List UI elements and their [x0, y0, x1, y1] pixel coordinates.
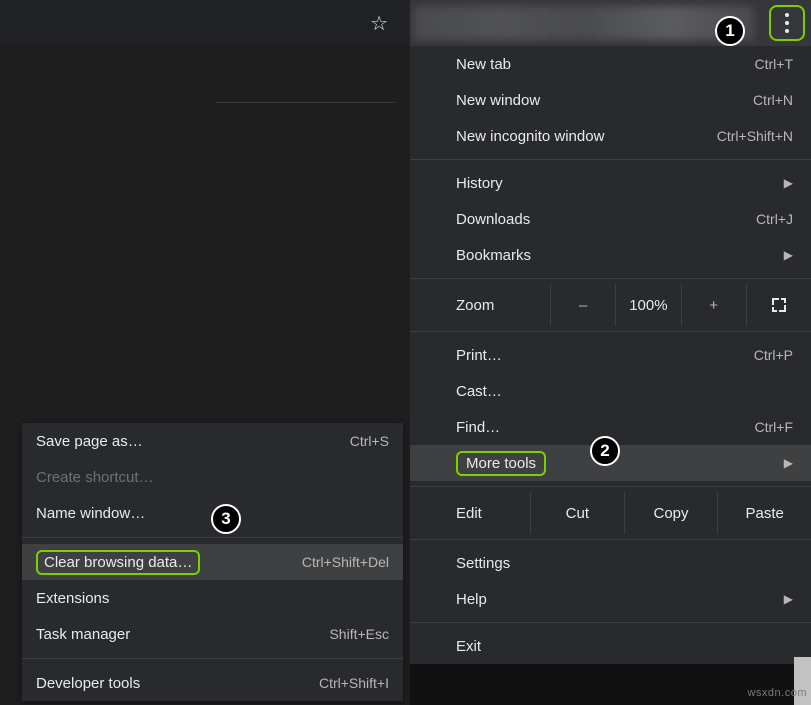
menu-label: Print… — [456, 347, 502, 364]
menu-label: Downloads — [456, 211, 530, 228]
menu-new-window[interactable]: New window Ctrl+N — [410, 82, 811, 118]
submenu-create-shortcut: Create shortcut… — [22, 459, 403, 495]
bookmark-star-icon[interactable]: ☆ — [370, 11, 388, 36]
submenu-label: Name window… — [36, 505, 145, 522]
menu-new-tab[interactable]: New tab Ctrl+T — [410, 46, 811, 82]
menu-label: Cast… — [456, 383, 502, 400]
fullscreen-button[interactable] — [746, 284, 811, 326]
page-area: ☆ Save page as… Ctrl+S Create shortcut… … — [0, 0, 410, 705]
submenu-extensions[interactable]: Extensions — [22, 580, 403, 616]
fullscreen-icon — [772, 298, 786, 312]
menu-shortcut: Ctrl+P — [754, 347, 793, 363]
menu-divider — [410, 486, 811, 487]
menu-label: History — [456, 175, 503, 192]
menu-downloads[interactable]: Downloads Ctrl+J — [410, 201, 811, 237]
step-badge-2: 2 — [590, 436, 620, 466]
submenu-label: Create shortcut… — [36, 469, 154, 486]
submenu-label: Extensions — [36, 590, 109, 607]
submenu-divider — [22, 658, 403, 659]
chevron-right-icon: ▶ — [784, 456, 793, 470]
menu-exit[interactable]: Exit — [410, 628, 811, 664]
menu-zoom-row: Zoom – 100% + — [410, 284, 811, 326]
more-tools-submenu: Save page as… Ctrl+S Create shortcut… Na… — [22, 423, 403, 701]
zoom-value: 100% — [615, 284, 680, 326]
menu-label: New window — [456, 92, 540, 109]
menu-shortcut: Ctrl+J — [756, 211, 793, 227]
submenu-task-manager[interactable]: Task manager Shift+Esc — [22, 616, 403, 652]
zoom-out-button[interactable]: – — [550, 284, 615, 326]
highlight-outline: Clear browsing data… — [36, 550, 200, 575]
menu-label: Settings — [456, 555, 510, 572]
menu-label: Exit — [456, 638, 481, 655]
menu-divider — [410, 622, 811, 623]
edit-copy-button[interactable]: Copy — [624, 492, 718, 534]
menu-divider — [410, 278, 811, 279]
toolbar — [410, 0, 811, 46]
edit-paste-button[interactable]: Paste — [717, 492, 811, 534]
chevron-right-icon: ▶ — [784, 248, 793, 262]
omnibox[interactable]: ☆ — [0, 4, 398, 42]
submenu-shortcut: Ctrl+S — [350, 433, 389, 449]
submenu-shortcut: Shift+Esc — [329, 626, 389, 642]
submenu-shortcut: Ctrl+Shift+I — [319, 675, 389, 691]
watermark: wsxdn.com — [747, 687, 807, 699]
submenu-label: Developer tools — [36, 675, 140, 692]
zoom-in-button[interactable]: + — [681, 284, 746, 326]
page-divider — [215, 102, 395, 103]
menu-divider — [410, 331, 811, 332]
highlight-outline: More tools — [456, 451, 546, 476]
menu-shortcut: Ctrl+N — [753, 92, 793, 108]
menu-settings[interactable]: Settings — [410, 545, 811, 581]
kebab-icon — [785, 11, 789, 35]
customize-menu: New tab Ctrl+T New window Ctrl+N New inc… — [410, 46, 811, 664]
submenu-label: Clear browsing data… — [44, 554, 192, 571]
chevron-right-icon: ▶ — [784, 176, 793, 190]
submenu-clear-browsing-data[interactable]: Clear browsing data… Ctrl+Shift+Del — [22, 544, 403, 580]
toolbar-extensions-blurred — [414, 6, 754, 40]
step-badge-3: 3 — [211, 504, 241, 534]
submenu-save-page[interactable]: Save page as… Ctrl+S — [22, 423, 403, 459]
menu-print[interactable]: Print… Ctrl+P — [410, 337, 811, 373]
menu-help[interactable]: Help ▶ — [410, 581, 811, 617]
menu-divider — [410, 159, 811, 160]
submenu-divider — [22, 537, 403, 538]
menu-history[interactable]: History ▶ — [410, 165, 811, 201]
menu-label: Help — [456, 591, 487, 608]
menu-bookmarks[interactable]: Bookmarks ▶ — [410, 237, 811, 273]
browser-chrome-right: New tab Ctrl+T New window Ctrl+N New inc… — [410, 0, 811, 705]
menu-shortcut: Ctrl+T — [755, 56, 794, 72]
submenu-shortcut: Ctrl+Shift+Del — [302, 554, 389, 570]
submenu-developer-tools[interactable]: Developer tools Ctrl+Shift+I — [22, 665, 403, 701]
menu-label: Zoom — [410, 297, 550, 314]
chevron-right-icon: ▶ — [784, 592, 793, 606]
step-badge-1: 1 — [715, 16, 745, 46]
menu-cast[interactable]: Cast… — [410, 373, 811, 409]
menu-label: Bookmarks — [456, 247, 531, 264]
customize-menu-button[interactable] — [769, 5, 805, 41]
menu-new-incognito[interactable]: New incognito window Ctrl+Shift+N — [410, 118, 811, 154]
menu-shortcut: Ctrl+F — [755, 419, 794, 435]
submenu-label: Task manager — [36, 626, 130, 643]
menu-shortcut: Ctrl+Shift+N — [717, 128, 793, 144]
menu-label: New tab — [456, 56, 511, 73]
menu-divider — [410, 539, 811, 540]
menu-edit-row: Edit Cut Copy Paste — [410, 492, 811, 534]
menu-label: Edit — [410, 505, 530, 522]
menu-label: More tools — [466, 455, 536, 472]
edit-cut-button[interactable]: Cut — [530, 492, 624, 534]
submenu-label: Save page as… — [36, 433, 143, 450]
menu-label: New incognito window — [456, 128, 604, 145]
menu-label: Find… — [456, 419, 500, 436]
